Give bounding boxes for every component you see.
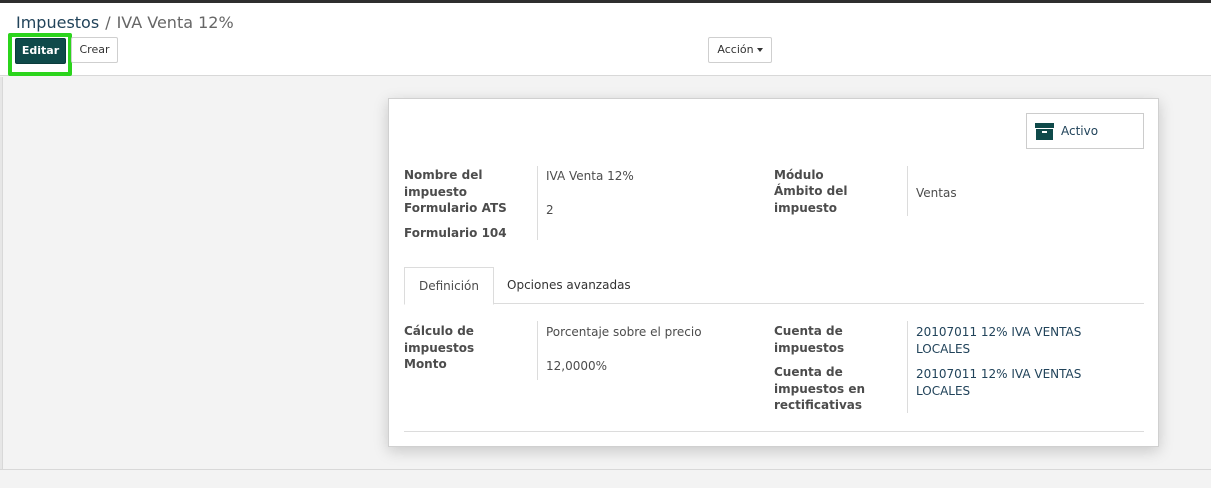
caret-down-icon [756, 48, 763, 52]
footer-divider [0, 469, 1211, 470]
tax-scope-value[interactable]: Ventas [916, 185, 1116, 202]
amount-label: Monto [404, 357, 447, 371]
control-panel: Impuestos / IVA Venta 12% [0, 3, 1211, 76]
field-divider [907, 321, 908, 413]
ats-form-label: Formulario ATS [404, 201, 507, 215]
tax-name-label: Nombre del impuesto [404, 168, 483, 199]
create-button[interactable]: Crear [71, 37, 118, 63]
refund-tax-account-link[interactable]: 20107011 12% IVA VENTAS LOCALES [916, 366, 1091, 399]
action-label: Acción [717, 43, 754, 56]
field-divider [537, 166, 538, 240]
computation-label: Cálculo de impuestos [404, 324, 475, 355]
tax-name-value[interactable]: IVA Venta 12% [546, 168, 756, 185]
notebook-tabs: Definición Opciones avanzadas [404, 267, 1144, 305]
computation-value[interactable]: Porcentaje sobre el precio [546, 324, 766, 341]
form-104-label: Formulario 104 [404, 226, 507, 240]
amount-value[interactable]: 12,0000% [546, 358, 766, 375]
breadcrumb-current: IVA Venta 12% [116, 13, 234, 32]
field-divider [537, 321, 538, 380]
tax-scope-label: Ámbito del impuesto [774, 184, 848, 215]
sheet-divider [404, 431, 1144, 432]
breadcrumb-parent-link[interactable]: Impuestos [16, 13, 99, 32]
tax-account-label: Cuenta de impuestos [774, 324, 845, 355]
active-status-label: Activo [1061, 124, 1099, 138]
refund-tax-account-label: Cuenta de impuestos en rectificativas [774, 365, 866, 412]
breadcrumb-separator: / [105, 13, 111, 32]
breadcrumb: Impuestos / IVA Venta 12% [16, 13, 234, 32]
action-dropdown-button[interactable]: Acción [708, 37, 772, 63]
tax-account-link[interactable]: 20107011 12% IVA VENTAS LOCALES [916, 324, 1091, 357]
edit-button[interactable]: Editar [15, 38, 66, 64]
form-sheet: Activo Nombre del impuesto Formulario AT… [388, 98, 1159, 447]
left-gutter [0, 77, 3, 469]
tab-definicion[interactable]: Definición [404, 267, 494, 305]
active-toggle-button[interactable]: Activo [1026, 113, 1144, 149]
archive-icon [1035, 123, 1054, 140]
tab-opciones-avanzadas[interactable]: Opciones avanzadas [493, 267, 645, 304]
field-divider [907, 166, 908, 216]
module-label: Módulo [774, 168, 824, 182]
ats-form-value[interactable]: 2 [546, 202, 756, 219]
